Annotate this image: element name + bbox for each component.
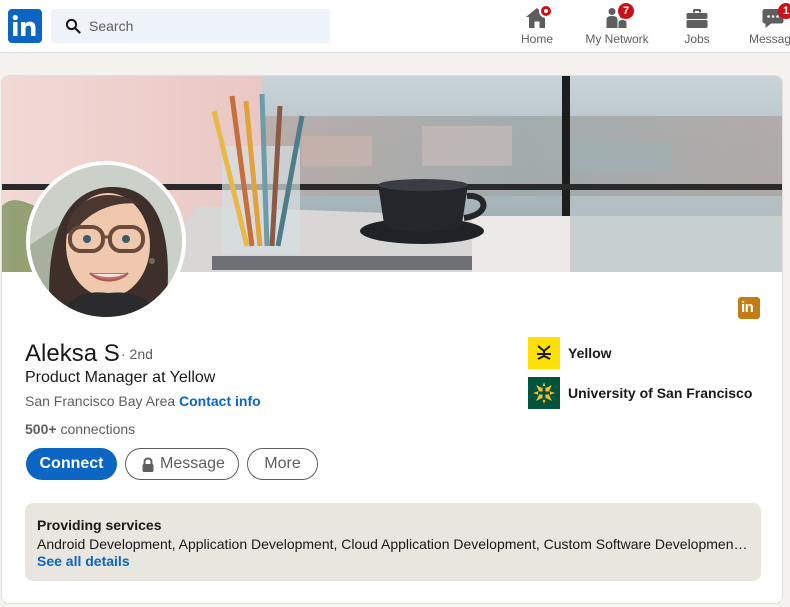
location-separator: · bbox=[170, 393, 175, 409]
nav-home[interactable]: Home bbox=[512, 4, 562, 50]
briefcase-icon bbox=[686, 9, 708, 28]
education-item-usf[interactable]: University of San Francisco bbox=[528, 377, 758, 409]
search-icon bbox=[65, 18, 81, 34]
nav-my-network-label: My Network bbox=[585, 32, 649, 46]
search-input[interactable] bbox=[89, 9, 319, 43]
providing-services-box: Providing services Android Development, … bbox=[25, 503, 761, 581]
nav-home-label: Home bbox=[520, 32, 553, 46]
services-title: Providing services bbox=[37, 517, 162, 533]
nav-jobs-label: Jobs bbox=[684, 32, 710, 46]
nav-messaging[interactable]: 1 Messaging bbox=[744, 3, 790, 50]
premium-linkedin-icon: in bbox=[738, 297, 760, 319]
nav-jobs[interactable]: Jobs bbox=[672, 4, 722, 50]
profile-photo[interactable] bbox=[26, 161, 186, 321]
connections-label: connections bbox=[60, 421, 136, 437]
nav-messaging-label: Messaging bbox=[749, 32, 790, 46]
profile-card: in Aleksa S · 2nd Product Manager at Yel… bbox=[1, 75, 783, 604]
linkedin-logo[interactable] bbox=[8, 9, 42, 43]
message-button-label: Message bbox=[160, 455, 225, 472]
more-button[interactable]: More bbox=[247, 448, 318, 480]
top-navigation-bar: Home 7 My Network Jobs 1 Messaging bbox=[0, 0, 790, 53]
school-name: University of San Francisco bbox=[568, 385, 753, 401]
connections-number: 500+ bbox=[25, 421, 57, 437]
network-badge: 7 bbox=[618, 3, 634, 19]
experience-item-yellow[interactable]: Yellow bbox=[528, 337, 648, 369]
messaging-badge: 1 bbox=[778, 3, 790, 19]
company-name: Yellow bbox=[568, 345, 612, 361]
premium-badge-text: in bbox=[741, 299, 754, 316]
usf-logo bbox=[528, 377, 560, 409]
profile-location: San Francisco Bay Area bbox=[25, 393, 176, 409]
lock-icon bbox=[142, 457, 154, 472]
yellow-company-logo bbox=[528, 337, 560, 369]
contact-info-link[interactable]: Contact info bbox=[179, 393, 261, 409]
search-bar[interactable] bbox=[51, 9, 330, 43]
profile-name: Aleksa S bbox=[25, 340, 120, 367]
nav-my-network[interactable]: 7 My Network bbox=[580, 3, 654, 50]
profile-headline: Product Manager at Yellow bbox=[25, 369, 216, 386]
connections-count: 500+ connections bbox=[25, 421, 135, 437]
message-button[interactable]: Message bbox=[125, 448, 239, 480]
connection-degree: · 2nd bbox=[121, 346, 153, 362]
see-all-details-link[interactable]: See all details bbox=[37, 553, 130, 569]
services-list: Android Development, Application Develop… bbox=[37, 536, 749, 552]
notification-dot bbox=[539, 4, 553, 18]
connect-button[interactable]: Connect bbox=[26, 448, 117, 480]
